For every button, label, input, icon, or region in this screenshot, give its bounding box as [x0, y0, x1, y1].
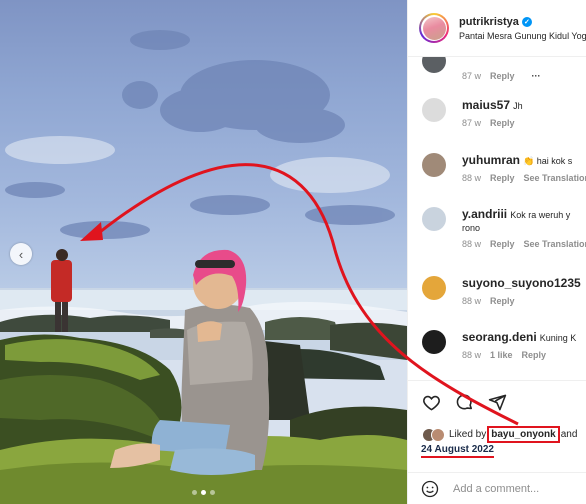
liked-by: Liked by bayu_onyonk and [422, 426, 577, 443]
comment-reply-button[interactable]: Reply [490, 173, 515, 183]
comment-reply-button[interactable]: Reply [490, 71, 515, 81]
carousel-dot [210, 490, 215, 495]
see-translation-button[interactable]: See Translation [524, 173, 586, 183]
comment-text: Jh [513, 101, 523, 111]
comment-username[interactable]: yuhumran [462, 153, 520, 167]
liked-by-label: Liked by [449, 429, 487, 440]
comment-reply-button[interactable]: Reply [490, 296, 515, 306]
liker-avatar[interactable] [431, 427, 445, 442]
comment-time: 88 w [462, 239, 482, 249]
comment-avatar[interactable] [422, 207, 446, 231]
comment-item: suyono_suyono1235 88 w Reply [422, 276, 586, 306]
author-avatar[interactable] [419, 13, 449, 43]
carousel-dot [192, 490, 197, 495]
post-location[interactable]: Pantai Mesra Gunung Kidul Yogyakarta [459, 31, 586, 41]
comment-reply-button[interactable]: Reply [490, 118, 515, 128]
carousel-dot-active [201, 490, 206, 495]
liked-by-username[interactable]: bayu_onyonk [487, 426, 560, 443]
post-actions: Liked by bayu_onyonk and 24 August 2022 [408, 380, 586, 504]
comment-reply-button[interactable]: Reply [490, 239, 515, 249]
comment-avatar[interactable] [422, 57, 446, 73]
comment-item: y.andriii Kok ra weruh y rono 88 w Reply… [422, 207, 586, 249]
post-date: 24 August 2022 [421, 444, 494, 458]
comment-reply-button[interactable]: Reply [522, 350, 547, 360]
more-options-icon[interactable]: ··· [532, 71, 541, 81]
comment-item: seorang.deni Kuning K 88 w 1 like Reply [422, 330, 586, 360]
comment-time: 88 w [462, 296, 482, 306]
comment-likes[interactable]: 1 like [490, 350, 513, 360]
comment-text: Kuning K [539, 333, 577, 343]
post-side-panel: putrikristya ✓ Pantai Mesra Gunung Kidul… [407, 0, 586, 504]
post-photo: ‹ [0, 0, 407, 504]
comment-username[interactable]: maius57 [462, 98, 510, 112]
comment-time: 88 w [462, 350, 482, 360]
comment-username[interactable]: suyono_suyono1235 [462, 276, 581, 290]
comment-avatar[interactable] [422, 153, 446, 177]
beach-scene [0, 30, 407, 504]
add-comment-input[interactable] [453, 483, 573, 495]
comment-text: Kok ra weruh y [510, 210, 571, 220]
comment-time: 87 w [462, 118, 482, 128]
comment-username[interactable]: seorang.deni [462, 330, 537, 344]
share-icon[interactable] [488, 393, 507, 412]
carousel-dots [0, 490, 407, 495]
comment-time: 88 w [462, 173, 482, 183]
verified-badge-icon: ✓ [521, 16, 532, 27]
emoji-icon[interactable] [421, 480, 439, 498]
comments-list[interactable]: 87 w Reply ··· maius57 Jh 87 w Reply yuh… [408, 57, 586, 380]
add-comment-bar [408, 472, 586, 504]
liked-by-suffix[interactable]: and [561, 429, 578, 440]
comment-item: yuhumran 👏 hai kok s 88 w Reply See Tran… [422, 153, 586, 183]
comment-avatar[interactable] [422, 330, 446, 354]
comment-text-continued: rono [462, 223, 481, 233]
comment-text: 👏 hai kok s [523, 156, 573, 166]
comment-time: 87 w [462, 71, 482, 81]
author-username[interactable]: putrikristya [459, 16, 519, 28]
comment-avatar[interactable] [422, 276, 446, 300]
comment-item: maius57 Jh 87 w Reply [422, 98, 586, 128]
post-header: putrikristya ✓ Pantai Mesra Gunung Kidul… [408, 0, 586, 57]
comment-avatar[interactable] [422, 98, 446, 122]
heart-icon[interactable] [422, 393, 441, 412]
carousel-prev-button[interactable]: ‹ [10, 243, 32, 265]
comment-username[interactable]: y.andriii [462, 207, 507, 221]
see-translation-button[interactable]: See Translation [524, 239, 586, 249]
comment-icon[interactable] [455, 393, 474, 412]
comment-item: 87 w Reply ··· [422, 57, 586, 81]
